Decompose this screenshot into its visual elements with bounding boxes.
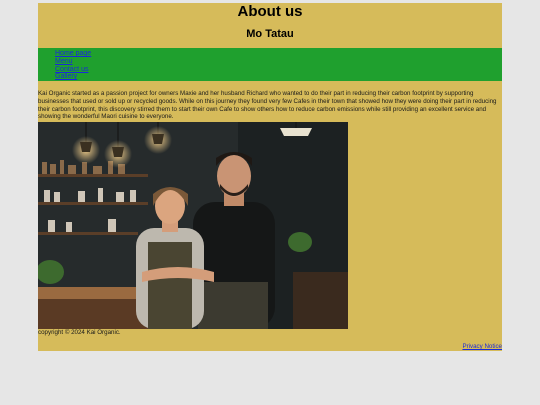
owners-photo [38, 122, 348, 329]
nav-link-menu[interactable]: Menu [55, 58, 73, 65]
page-subtitle: Mo Tatau [246, 28, 294, 40]
nav-item-contact: Contact us [55, 66, 91, 74]
nav-link-contact[interactable]: Contact us [55, 66, 88, 73]
nav-item-home: Home page [55, 50, 91, 58]
copyright-text: copyright © 2024 Kai Organic. [38, 329, 121, 336]
nav-item-menu: Menu [55, 58, 91, 66]
page-title: About us [237, 3, 303, 20]
privacy-notice-link[interactable]: Privacy Notice [462, 343, 502, 350]
page-container: About us Mo Tatau Home page Menu Contact… [38, 3, 502, 351]
nav-link-home[interactable]: Home page [55, 50, 91, 57]
nav-bar: Home page Menu Contact us Gallery [38, 48, 502, 81]
owners-photo-illustration [38, 122, 348, 329]
nav-item-gallery: Gallery [55, 73, 91, 81]
nav-link-gallery[interactable]: Gallery [55, 73, 77, 80]
intro-paragraph: Kai Organic started as a passion project… [38, 90, 497, 121]
nav-list: Home page Menu Contact us Gallery [55, 50, 91, 81]
